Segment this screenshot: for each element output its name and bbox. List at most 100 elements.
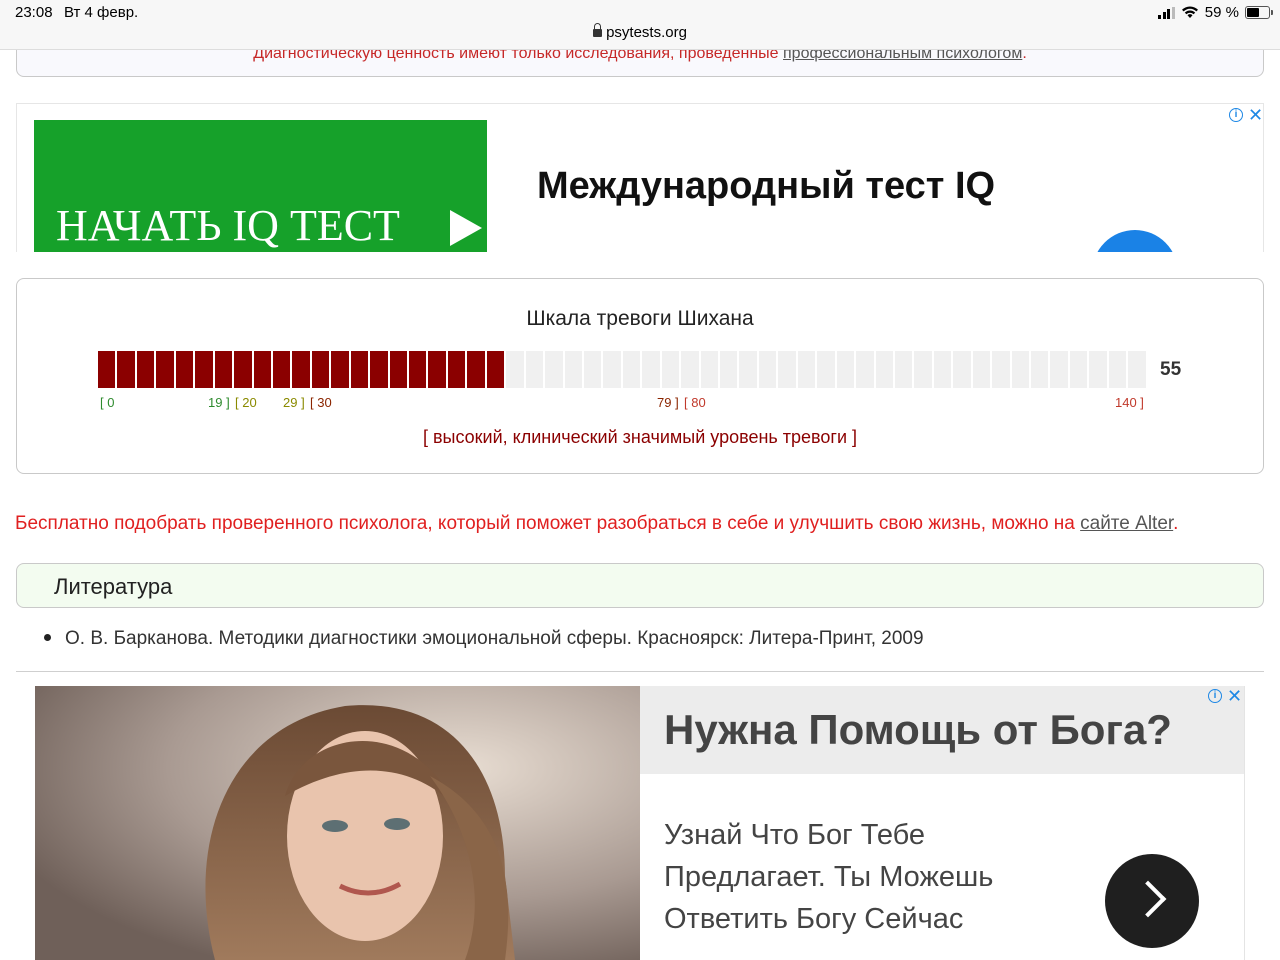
ad-choices[interactable]: i ✕: [1229, 106, 1263, 124]
ad-title: Международный тест IQ: [537, 165, 996, 207]
scale-segment-filled: [467, 351, 487, 388]
tick-0: [ 0: [100, 395, 115, 410]
scale-segment-empty: [525, 351, 546, 388]
date: Вт 4 февр.: [64, 4, 139, 21]
literature-header[interactable]: Литература: [16, 563, 1264, 608]
scale-segment-empty: [1011, 351, 1031, 388]
ad-photo[interactable]: [35, 686, 640, 960]
scale-segment-empty: [622, 351, 643, 388]
scale-segment-empty: [564, 351, 584, 388]
battery-level: [1247, 8, 1260, 17]
scale-segment-filled: [272, 351, 293, 388]
scale-segment-filled: [136, 351, 157, 388]
ad-header-bar: Нужна Помощь от Бога?: [640, 686, 1245, 774]
ad-choices[interactable]: i ✕: [1208, 687, 1242, 705]
literature-title: Литература: [54, 574, 173, 599]
tick-30: [ 30: [310, 395, 332, 410]
scale-segment-filled: [370, 351, 390, 388]
scale-segment-empty: [720, 351, 740, 388]
ad-close-icon[interactable]: ✕: [1248, 106, 1263, 124]
tick-80: [ 80: [684, 395, 706, 410]
scale-segment-filled: [117, 351, 137, 388]
scale-segment-empty: [661, 351, 682, 388]
scale-verdict: [ высокий, клинический значимый уровень …: [422, 427, 858, 447]
scale-segment-empty: [914, 351, 934, 388]
scale-segment-empty: [817, 351, 837, 388]
scale-segment-filled: [447, 351, 468, 388]
promo-text: Бесплатно подобрать проверенного психоло…: [15, 513, 1178, 535]
scale-segment-filled: [234, 351, 254, 388]
tick-20: [ 20: [235, 395, 257, 410]
lock-icon: [593, 23, 603, 37]
scale-segment-filled: [253, 351, 273, 388]
scale-segment-empty: [583, 351, 604, 388]
scale-segment-empty: [894, 351, 915, 388]
promo-suffix: .: [1173, 513, 1179, 534]
scale-segment-filled: [195, 351, 215, 388]
battery-icon: [1245, 6, 1273, 19]
status-icons: 59 %: [1158, 4, 1273, 21]
ad-border: [1244, 686, 1245, 960]
scale-segment-empty: [506, 351, 526, 388]
scale-segment-empty: [875, 351, 895, 388]
scale-segment-filled: [214, 351, 235, 388]
scale-segment-empty: [933, 351, 954, 388]
promo-main: Бесплатно подобрать проверенного психоло…: [15, 513, 1081, 534]
clock: 23:08: [15, 4, 53, 21]
scale-segment-empty: [856, 351, 876, 388]
ad-decor-circle: [1092, 230, 1178, 252]
ad-close-icon[interactable]: ✕: [1227, 687, 1242, 705]
scale-segment-empty: [972, 351, 993, 388]
scale-segment-empty: [1050, 351, 1070, 388]
ad-body: Узнай Что Бог Тебе Предлагает. Ты Можешь…: [664, 819, 994, 935]
scale-segment-empty: [778, 351, 798, 388]
woman-portrait-image: [35, 686, 640, 960]
scale-segment-filled: [292, 351, 312, 388]
scale-segment-empty: [603, 351, 623, 388]
scale-segment-filled: [409, 351, 429, 388]
iq-test-ad[interactable]: НАЧАТЬ IQ ТЕСТ Международный тест IQ i ✕: [16, 103, 1264, 252]
alter-link[interactable]: сайте Alter: [1080, 513, 1173, 534]
scale-segment-empty: [992, 351, 1012, 388]
god-help-ad[interactable]: Нужна Помощь от Бога? Узнай Что Бог Тебе…: [35, 686, 1245, 960]
result-scale-box: Шкала тревоги Шихана 55 [ 0 19 ] [ 20 29…: [16, 278, 1264, 474]
literature-item-text: О. В. Барканова. Методики диагностики эм…: [65, 628, 924, 649]
cellular-signal-icon: [1158, 6, 1175, 19]
scale-segment-empty: [1089, 351, 1109, 388]
ad-info-icon[interactable]: i: [1208, 689, 1222, 703]
status-bar: 23:08 Вт 4 февр. psytests.org 59 %: [0, 0, 1280, 50]
scale-segment-filled: [350, 351, 371, 388]
scale-segment-empty: [642, 351, 662, 388]
ad-title: Нужна Помощь от Бога?: [664, 706, 1172, 753]
wifi-icon: [1181, 6, 1198, 18]
scale-segment-empty: [836, 351, 857, 388]
scale-segment-filled: [156, 351, 176, 388]
scale-segment-empty: [1108, 351, 1129, 388]
divider: [16, 671, 1264, 672]
play-arrow-icon: [450, 210, 482, 246]
scale-segment-filled: [175, 351, 196, 388]
scale-segment-empty: [1128, 351, 1148, 388]
scale-segment-empty: [797, 351, 818, 388]
scale-segment-filled: [486, 351, 507, 388]
tick-19: 19 ]: [208, 395, 230, 410]
scale-segment-empty: [758, 351, 779, 388]
battery-percent: 59 %: [1204, 4, 1239, 21]
scale-segment-empty: [545, 351, 565, 388]
ad-info-icon[interactable]: i: [1229, 108, 1243, 122]
address-bar[interactable]: psytests.org: [0, 23, 1280, 41]
scale-segment-filled: [98, 351, 118, 388]
tick-79: 79 ]: [657, 395, 679, 410]
url-text: psytests.org: [606, 24, 687, 41]
tick-29: 29 ]: [283, 395, 305, 410]
ad-cta-text: НАЧАТЬ IQ ТЕСТ: [56, 201, 400, 250]
scale-segment-empty: [739, 351, 759, 388]
scale-score: 55: [1160, 359, 1182, 380]
scale-segment-filled: [389, 351, 409, 388]
scale-segment-filled: [428, 351, 448, 388]
scale-segment-empty: [1069, 351, 1090, 388]
scale-segment-filled: [311, 351, 332, 388]
chevron-right-icon[interactable]: [1105, 854, 1199, 948]
ad-cta-banner[interactable]: НАЧАТЬ IQ ТЕСТ: [34, 120, 487, 252]
scale-title: Шкала тревоги Шихана: [526, 307, 754, 330]
